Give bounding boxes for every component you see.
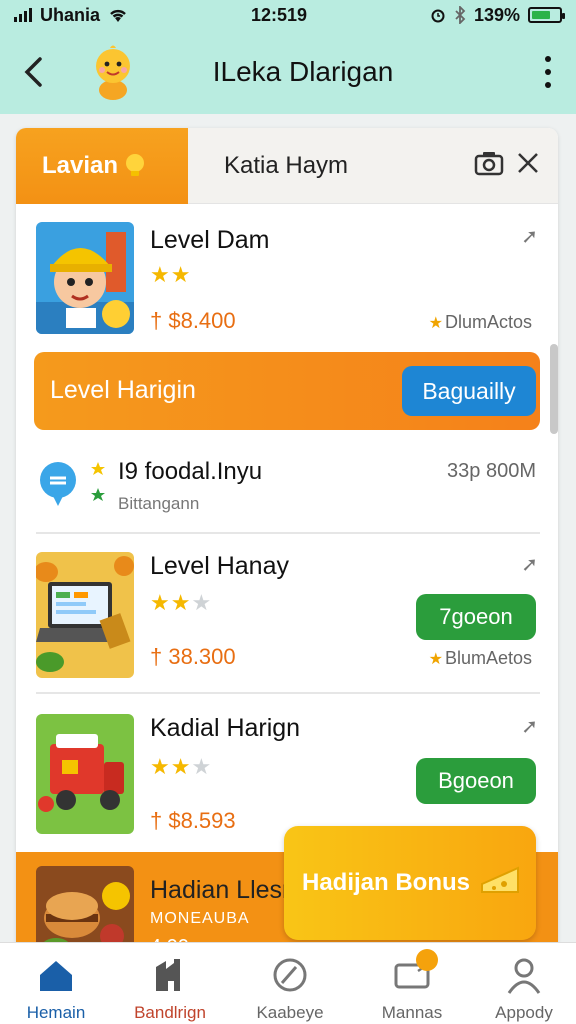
banner-button[interactable]: Baguailly bbox=[402, 366, 536, 416]
bottom-nav: Hemain Bandlrign Kaabeye Mannas Appody bbox=[0, 942, 576, 1024]
cheese-icon bbox=[481, 866, 519, 893]
item-title: Level Hanay bbox=[150, 552, 289, 580]
wifi-icon bbox=[110, 9, 126, 22]
bluetooth-icon bbox=[455, 6, 466, 24]
item-tag: ★ DlumActos bbox=[428, 312, 532, 332]
signal-icon bbox=[14, 8, 32, 22]
more-menu-button[interactable] bbox=[544, 56, 552, 88]
carrier-label: Uhania bbox=[40, 4, 101, 25]
app-badge-icon bbox=[40, 462, 105, 506]
share-arrow-icon[interactable]: ➚ bbox=[521, 714, 538, 739]
game-character-thumbnail bbox=[36, 222, 134, 334]
item-price: † $8.400 bbox=[150, 308, 236, 333]
battery-icon bbox=[528, 7, 565, 23]
item-action-button[interactable]: 7goeon bbox=[416, 594, 536, 640]
star-icon: ★ bbox=[428, 651, 443, 668]
share-arrow-icon[interactable]: ➚ bbox=[521, 224, 538, 249]
nav-label: Bandlrign bbox=[134, 1003, 206, 1022]
promo-banner[interactable]: Level Harigin Baguailly bbox=[34, 352, 540, 430]
info-subtitle: Bittangann bbox=[118, 494, 200, 513]
laptop-thumbnail bbox=[36, 552, 134, 678]
info-row[interactable]: I9 foodal.Inyu Bittangann 33p 800M bbox=[16, 446, 558, 530]
list-item[interactable]: Level Hanay ★★★ † 38.300 ★ BlumAetos ➚ 7g… bbox=[16, 534, 558, 692]
compass-icon bbox=[273, 958, 307, 992]
list-item[interactable]: Level Dam ★★ † $8.400 ★ DlumActos ➚ bbox=[16, 128, 558, 344]
page-title: ILeka Dlarigan bbox=[212, 56, 394, 87]
clock: 12:519 bbox=[250, 4, 308, 25]
share-arrow-icon[interactable]: ➚ bbox=[521, 552, 538, 577]
nav-label: Hemain bbox=[26, 1003, 86, 1022]
item-price: † $8.593 bbox=[150, 808, 236, 833]
item-title: Kadial Harign bbox=[150, 714, 301, 742]
item-price: † 38.300 bbox=[150, 644, 236, 669]
notification-badge bbox=[416, 949, 438, 971]
star-icon: ★ bbox=[428, 315, 443, 332]
nav-item-mannas[interactable]: Mannas bbox=[360, 943, 464, 1024]
battery-percent: 139% bbox=[473, 4, 520, 25]
alarm-icon bbox=[431, 9, 445, 23]
nav-item-kaabeye[interactable]: Kaabeye bbox=[238, 943, 342, 1024]
nav-item-home[interactable]: Hemain bbox=[4, 943, 108, 1024]
home-icon bbox=[40, 961, 72, 991]
item-tag: ★ BlumAetos bbox=[428, 648, 532, 668]
bonus-label: Hadijan Bonus bbox=[302, 869, 471, 896]
info-value: 33p 800M bbox=[447, 460, 536, 482]
banner-text: Level Harigin bbox=[50, 376, 196, 404]
divider bbox=[36, 692, 540, 694]
status-bar: Uhania 12:519 139% bbox=[0, 0, 576, 30]
scrollbar[interactable] bbox=[550, 344, 558, 434]
nav-item-appody[interactable]: Appody bbox=[472, 943, 576, 1024]
rating-stars: ★★ bbox=[150, 262, 192, 287]
rating-stars: ★★★ bbox=[150, 590, 213, 615]
item-title: Level Dam bbox=[150, 226, 270, 254]
item-subtitle: MONEAUBA bbox=[150, 910, 250, 927]
info-title: I9 foodal.Inyu bbox=[118, 458, 263, 485]
wallet-icon bbox=[392, 949, 438, 995]
user-icon bbox=[507, 958, 541, 994]
truck-thumbnail bbox=[36, 714, 134, 834]
item-action-button[interactable]: Bgoeon bbox=[416, 758, 536, 804]
app-bar: ILeka Dlarigan bbox=[0, 30, 576, 114]
bonus-button[interactable]: Hadijan Bonus bbox=[284, 826, 536, 940]
nav-label: Kaabeye bbox=[256, 1003, 324, 1022]
nav-label: Mannas bbox=[381, 1003, 443, 1022]
nav-item-bandlrign[interactable]: Bandlrign bbox=[118, 943, 222, 1024]
rating-stars: ★★★ bbox=[150, 754, 213, 779]
building-icon bbox=[156, 959, 180, 991]
item-title: Hadian Llesn bbox=[150, 876, 296, 904]
nav-label: Appody bbox=[495, 1003, 553, 1022]
